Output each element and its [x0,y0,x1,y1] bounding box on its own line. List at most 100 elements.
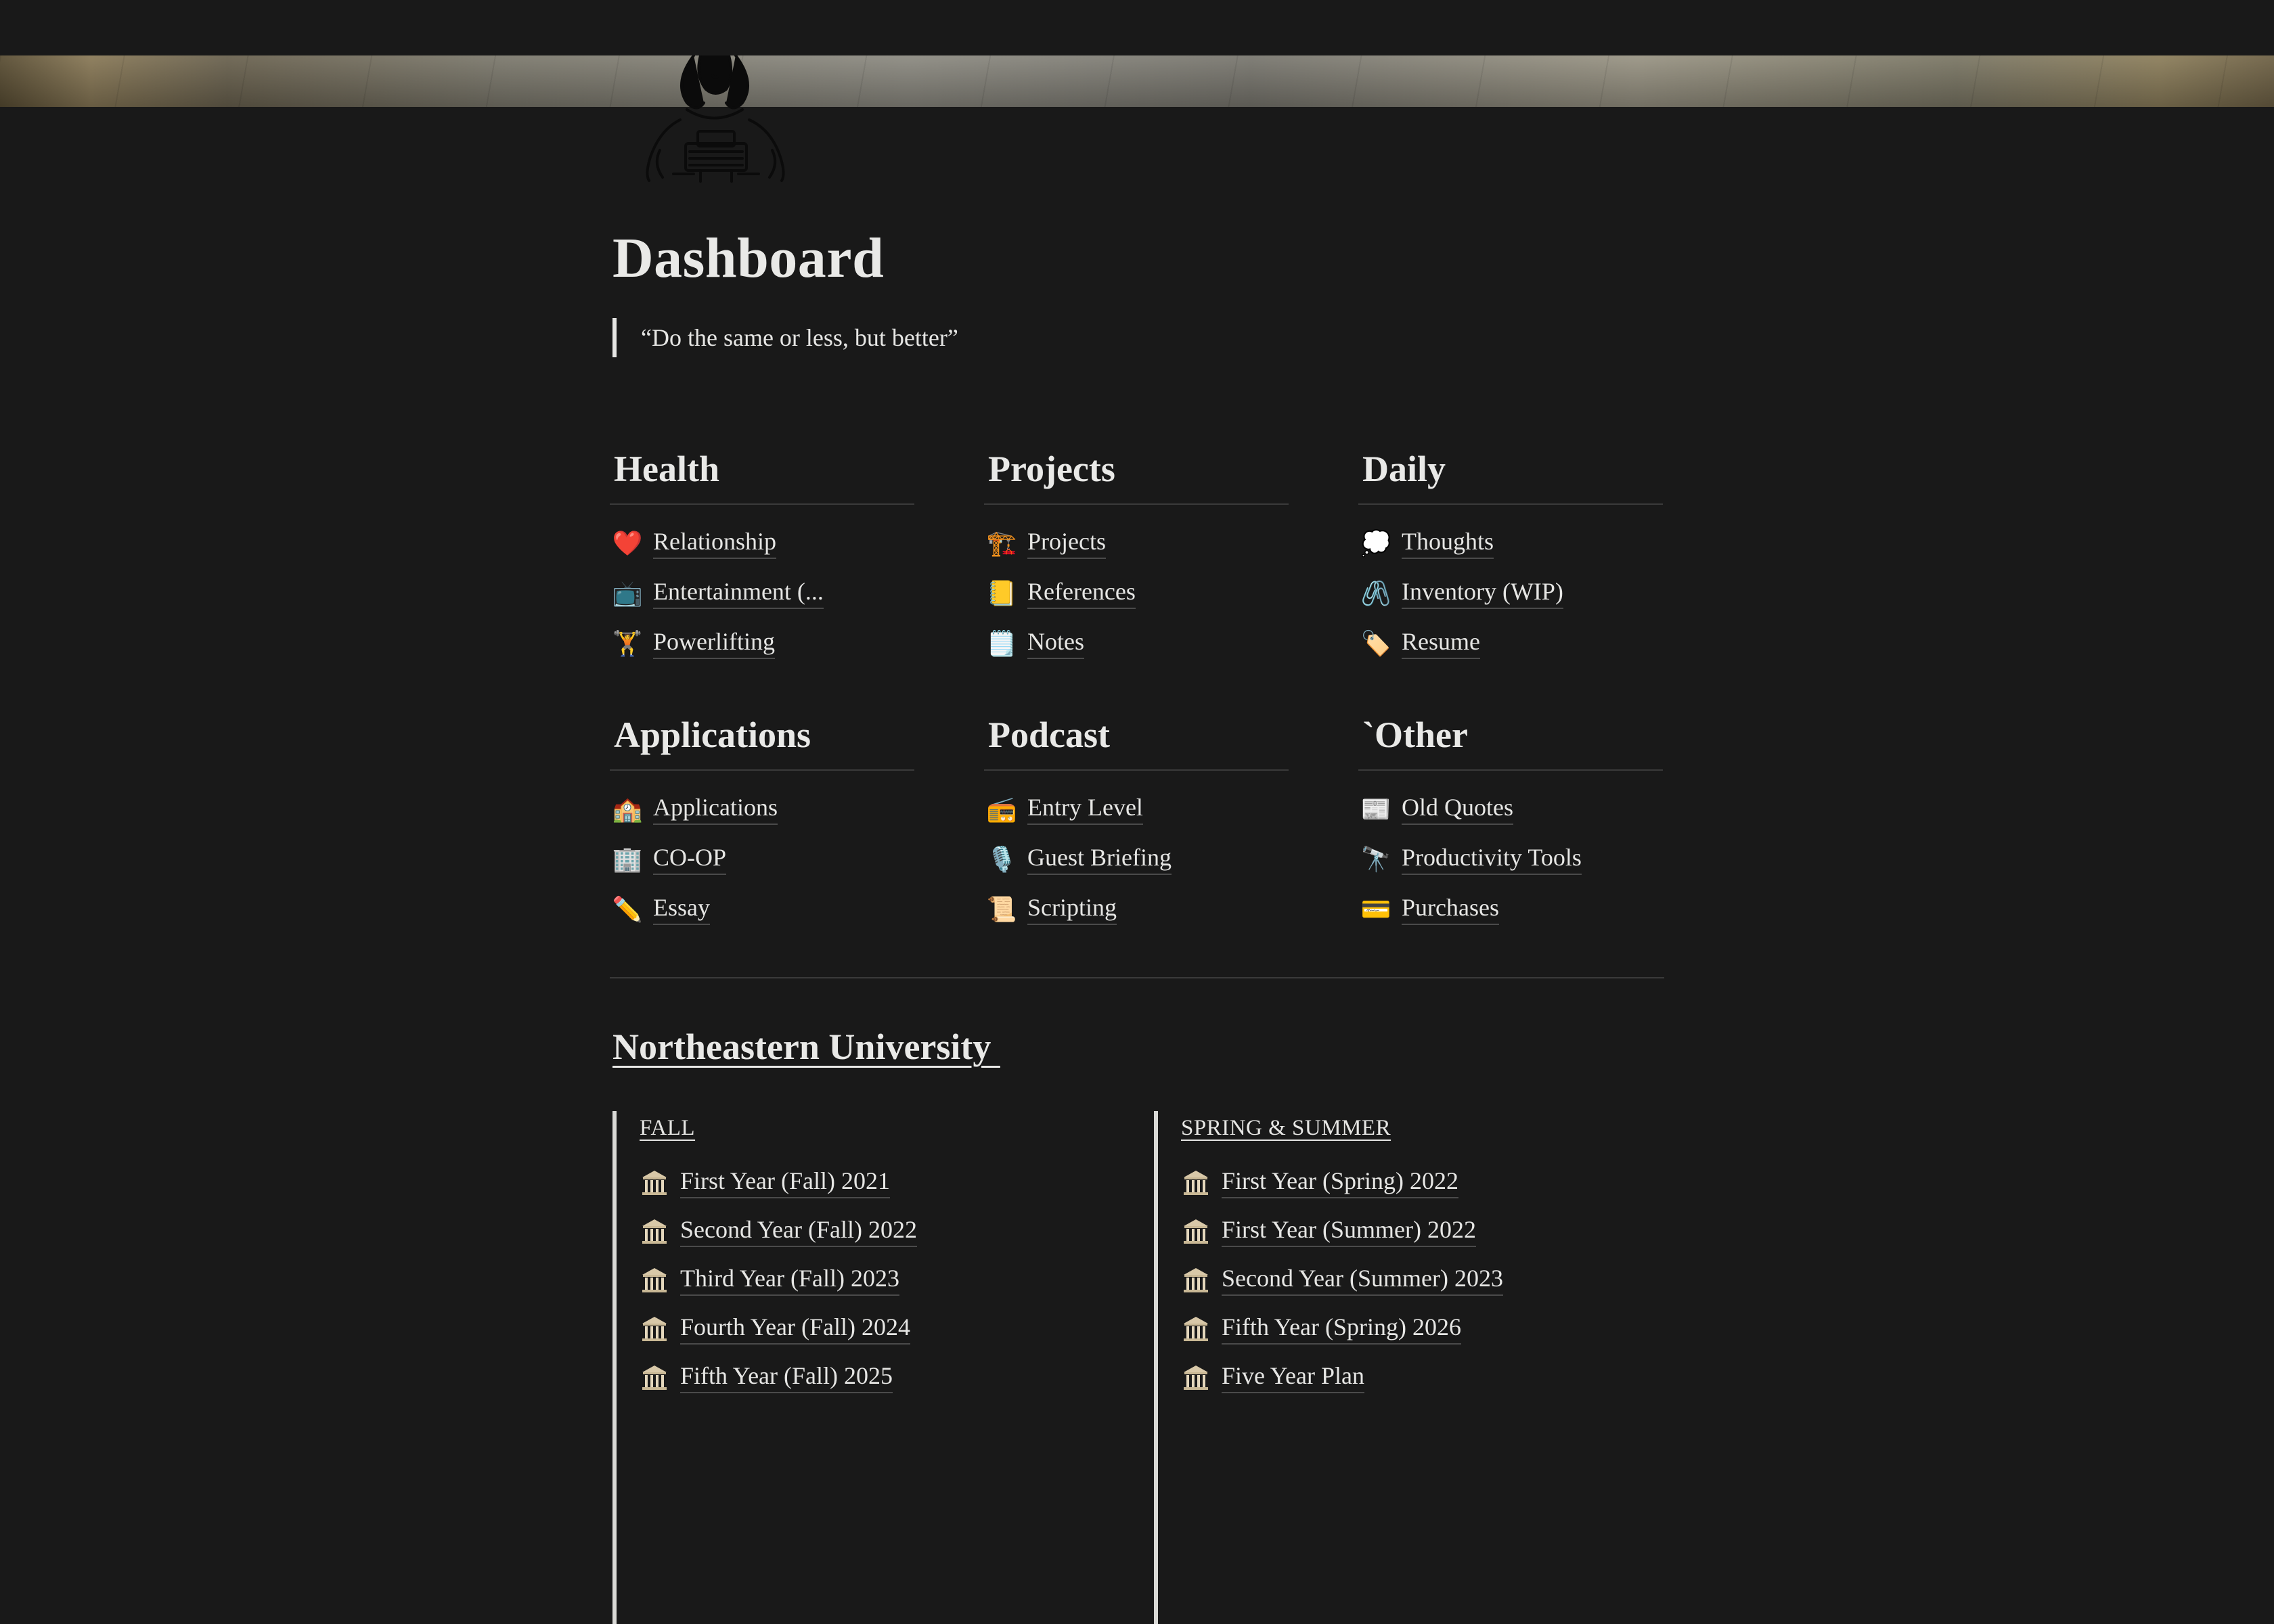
page-link[interactable]: 📜 Scripting [987,884,1291,934]
page-link-label: CO-OP [653,844,727,875]
cover-image[interactable] [0,55,2274,107]
page-title[interactable]: Dashboard [612,230,1663,287]
page-link[interactable]: 🏗️ Projects [987,518,1291,568]
quote-block[interactable]: “Do the same or less, but better” [612,318,1663,357]
section-divider [610,503,914,505]
page-link[interactable]: 💳 Purchases [1361,884,1666,934]
semester-page-link[interactable]: Five Year Plan [1181,1353,1668,1402]
classical-building-icon [642,1268,667,1292]
spring-summer-heading-link[interactable]: SPRING & SUMMER [1181,1111,1668,1145]
divider [610,977,1664,978]
section-heading[interactable]: Projects [987,444,1291,494]
section-heading[interactable]: Daily [1361,444,1666,494]
paperclips-icon: 🖇️ [1360,580,1391,607]
page-link-label: Essay [653,894,710,925]
page-link[interactable]: 📰 Old Quotes [1361,784,1666,834]
page-link-label: Applications [653,794,778,825]
section-divider [1358,769,1663,771]
credit-card-icon: 💳 [1360,896,1391,923]
television-icon: 📺 [612,580,643,607]
microphone-icon: 🎙️ [986,846,1017,873]
section-heading[interactable]: Health [612,444,917,494]
section-applications: Applications 🏫 Applications 🏢 CO-OP ✏️ Essay [610,710,917,934]
section-links: 🏗️ Projects 📒 References 🗒️ Notes [987,518,1291,669]
section-divider [1358,503,1663,505]
page-link-label: Guest Briefing [1027,844,1172,875]
page-link[interactable]: ✏️ Essay [612,884,917,934]
telescope-icon: 🔭 [1360,846,1391,873]
semester-page-link[interactable]: First Year (Summer) 2022 [1181,1207,1668,1256]
section-health: Health ❤️ Relationship 📺 Entertainment (... 🏋… [610,444,917,669]
section-links: 📰 Old Quotes 🔭 Productivity Tools 💳 Purchases [1361,784,1666,934]
section-links: 🏫 Applications 🏢 CO-OP ✏️ Essay [612,784,917,934]
weightlifter-icon: 🏋️ [612,630,643,657]
semester-link-label: Second Year (Fall) 2022 [680,1216,917,1247]
semester-link-label: First Year (Fall) 2021 [680,1167,891,1198]
newspaper-icon: 📰 [1360,796,1391,823]
spiral-notepad-icon: 🗒️ [986,630,1017,657]
classical-building-icon [1184,1171,1208,1195]
page-link[interactable]: 🏋️ Powerlifting [612,618,917,669]
page-link-label: Powerlifting [653,628,775,659]
semester-link-label: First Year (Summer) 2022 [1222,1216,1476,1247]
page-link[interactable]: 🖇️ Inventory (WIP) [1361,568,1666,618]
page-link[interactable]: 🔭 Productivity Tools [1361,834,1666,884]
office-building-icon: 🏢 [612,846,643,873]
page-link[interactable]: ❤️ Relationship [612,518,917,568]
page-link-label: Productivity Tools [1402,844,1582,875]
semester-page-link[interactable]: Fifth Year (Spring) 2026 [1181,1305,1668,1353]
pencil-icon: ✏️ [612,896,643,923]
page-content: Dashboard “Do the same or less, but bett… [610,230,1664,1624]
semester-page-link[interactable]: Third Year (Fall) 2023 [640,1256,1127,1305]
page-link-label: Resume [1402,628,1480,659]
school-building-icon: 🏫 [612,796,643,823]
page-link[interactable]: 📻 Entry Level [987,784,1291,834]
scroll-icon: 📜 [986,896,1017,923]
section-projects: Projects 🏗️ Projects 📒 References 🗒️ Notes [984,444,1291,669]
semester-page-link[interactable]: Fifth Year (Fall) 2025 [640,1353,1127,1402]
section-heading[interactable]: `Other [1361,710,1666,760]
classical-building-icon [1184,1317,1208,1341]
classical-building-icon [1184,1219,1208,1244]
page-link[interactable]: 🏷️ Resume [1361,618,1666,669]
page-link[interactable]: 🎙️ Guest Briefing [987,834,1291,884]
semester-page-link[interactable]: Second Year (Fall) 2022 [640,1207,1127,1256]
page-link[interactable]: 📺 Entertainment (... [612,568,917,618]
section-other: `Other 📰 Old Quotes 🔭 Productivity Tools 💳 Pur… [1358,710,1666,934]
semester-link-label: Fourth Year (Fall) 2024 [680,1313,910,1345]
section-divider [984,769,1289,771]
top-bar [0,0,2274,55]
page-link-label: Purchases [1402,894,1499,925]
section-links: ❤️ Relationship 📺 Entertainment (... 🏋️ Power… [612,518,917,669]
semester-page-link[interactable]: First Year (Fall) 2021 [640,1158,1127,1207]
radio-icon: 📻 [986,796,1017,823]
page-link[interactable]: 📒 References [987,568,1291,618]
heart-icon: ❤️ [612,530,643,557]
page-link[interactable]: 🏫 Applications [612,784,917,834]
semester-link-label: Third Year (Fall) 2023 [680,1265,899,1296]
section-daily: Daily 💭 Thoughts 🖇️ Inventory (WIP) 🏷️ Resume [1358,444,1666,669]
page-link[interactable]: 💭 Thoughts [1361,518,1666,568]
page-link-label: Entry Level [1027,794,1143,825]
page-icon-illustration[interactable] [633,55,799,184]
classical-building-icon [1184,1366,1208,1390]
fall-heading-link[interactable]: FALL [640,1111,1127,1145]
page-link-label: Relationship [653,528,776,559]
semester-page-link[interactable]: First Year (Spring) 2022 [1181,1158,1668,1207]
page-link[interactable]: 🏢 CO-OP [612,834,917,884]
semester-page-link[interactable]: Second Year (Summer) 2023 [1181,1256,1668,1305]
section-heading[interactable]: Applications [612,710,917,760]
section-heading[interactable]: Podcast [987,710,1291,760]
thought-balloon-icon: 💭 [1360,530,1391,557]
university-title-link[interactable]: Northeastern University [612,1026,1000,1068]
page-link[interactable]: 🗒️ Notes [987,618,1291,669]
semester-link-label: Five Year Plan [1222,1362,1365,1393]
section-links: 💭 Thoughts 🖇️ Inventory (WIP) 🏷️ Resume [1361,518,1666,669]
page-link-label: Inventory (WIP) [1402,578,1563,609]
semester-link-label: Second Year (Summer) 2023 [1222,1265,1503,1296]
section-podcast: Podcast 📻 Entry Level 🎙️ Guest Briefing 📜 Scri… [984,710,1291,934]
classical-building-icon [642,1219,667,1244]
page-link-label: Projects [1027,528,1106,559]
semester-page-link[interactable]: Fourth Year (Fall) 2024 [640,1305,1127,1353]
classical-building-icon [642,1317,667,1341]
